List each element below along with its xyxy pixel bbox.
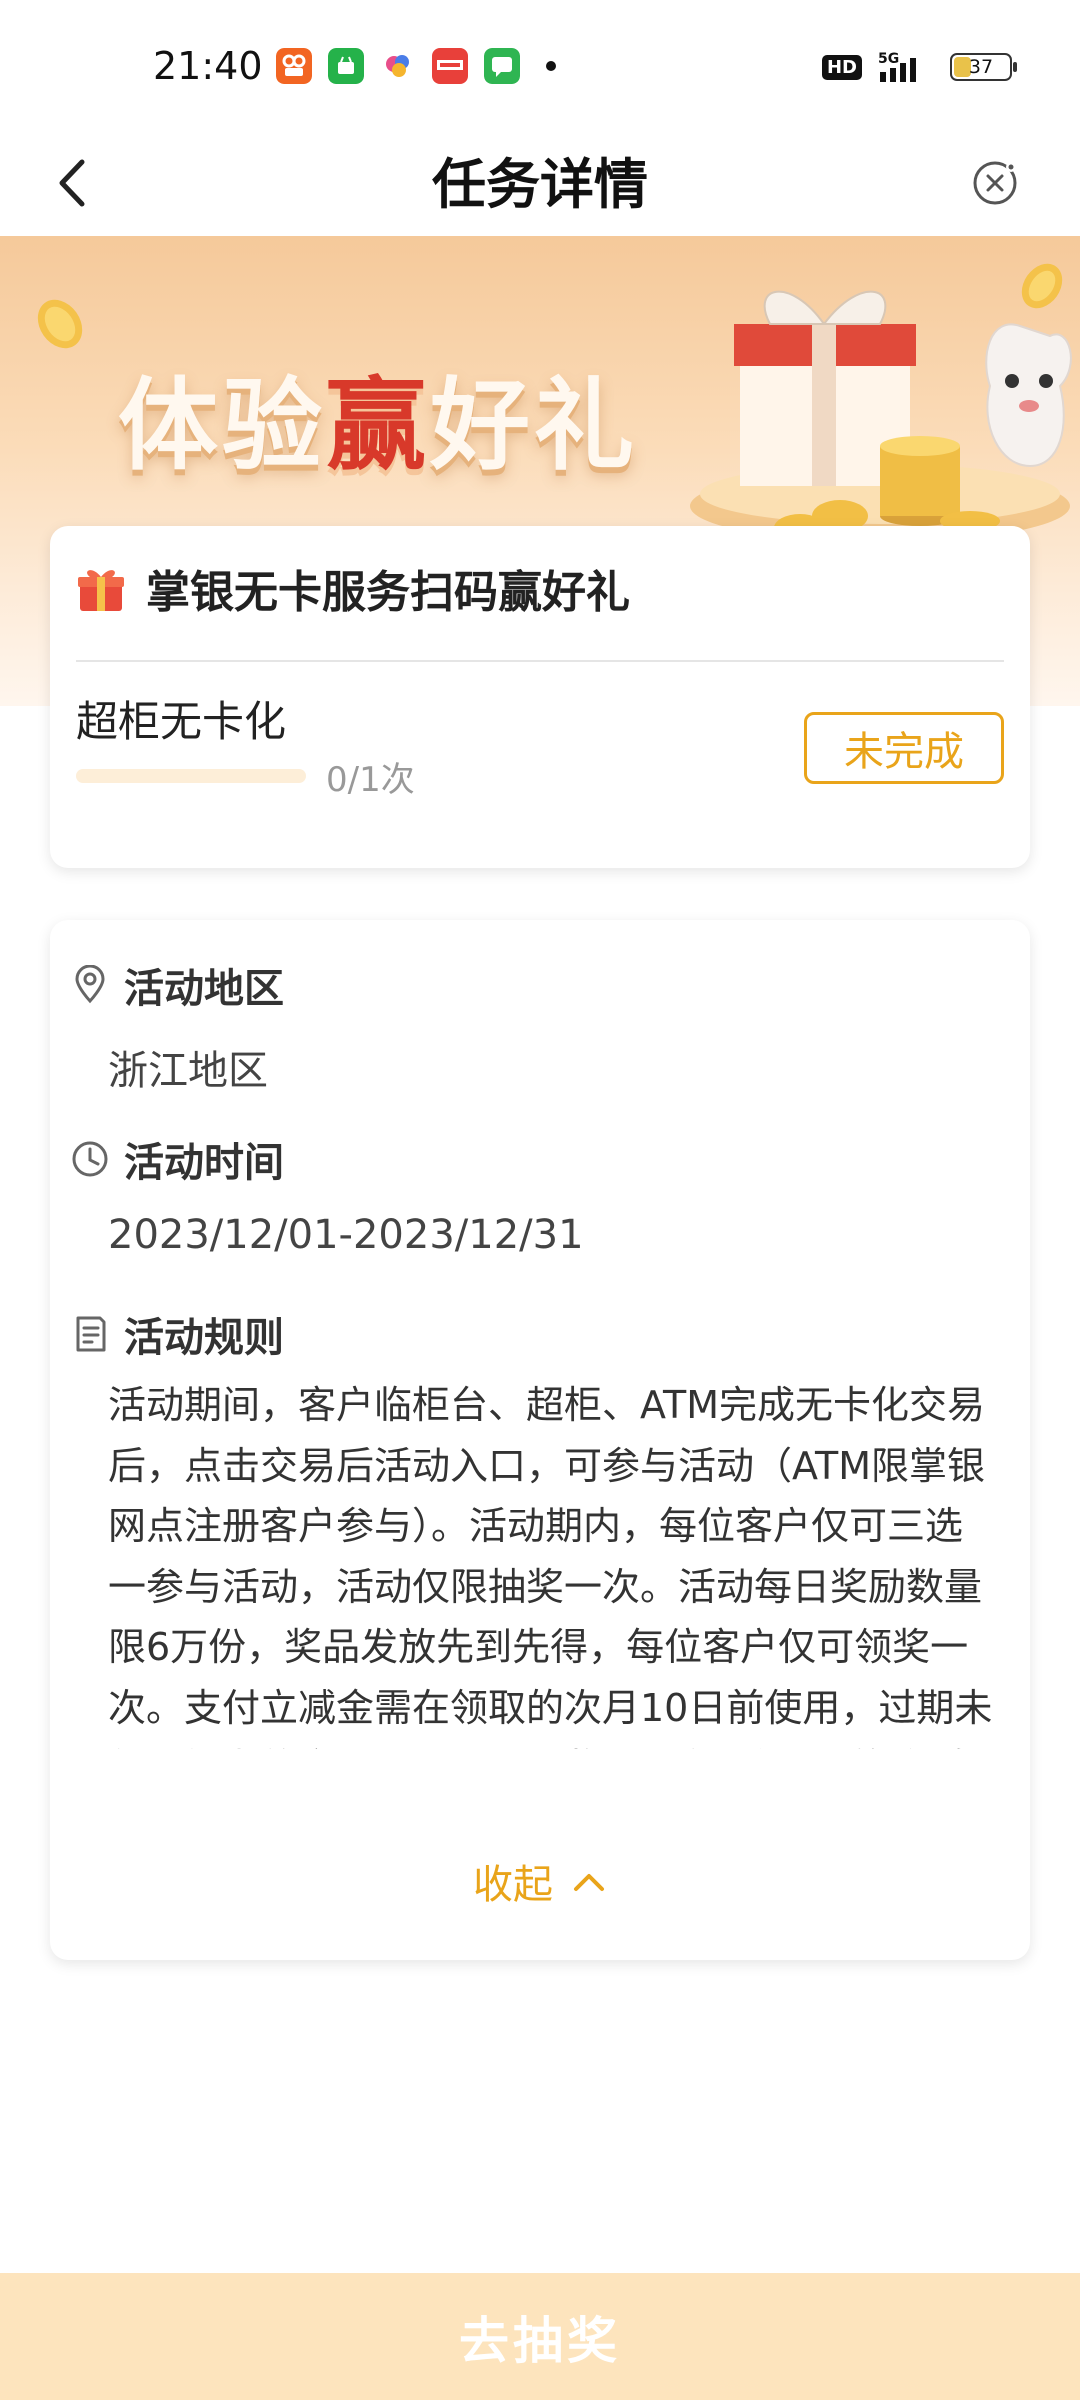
chevron-up-icon [574,1874,604,1891]
signal-5g-icon: 5G [878,51,916,82]
app-colorful-icon [386,55,409,77]
close-button[interactable] [960,148,1030,218]
time-section-header: 活动时间 [70,1130,284,1188]
task-name: 超柜无卡化 [76,697,287,746]
task-progress-text: 0/1次 [326,760,415,800]
svg-text:5G: 5G [878,51,899,67]
hd-icon: HD [821,54,862,80]
close-circle-icon [973,161,1017,205]
activity-info-card: 活动地区 浙江地区 活动时间 2023/12/01-2023/12/31 活动规… [50,920,1030,1960]
navigation-bar: 任务详情 [0,130,1080,236]
notification-icons [276,48,556,84]
divider [76,660,1004,662]
status-time: 21:40 [153,44,263,88]
time-title: 活动时间 [124,1140,284,1186]
region-title: 活动地区 [124,966,284,1012]
coin-decoration-icon [37,299,83,349]
battery-icon: 37 [950,53,1017,81]
task-progress-bar [76,769,306,783]
rules-text: 活动期间，客户临柜台、超柜、ATM完成无卡化交易后，点击交易后活动入口，可参与活… [108,1383,993,1749]
battery-tip [1013,62,1017,72]
rules-section-header: 活动规则 [70,1305,284,1363]
gift-icon [78,570,124,611]
task-title: 掌银无卡服务扫码赢好礼 [146,567,630,618]
draw-button[interactable]: 去抽奖 [0,2273,1080,2400]
task-header: 掌银无卡服务扫码赢好礼 [76,556,630,620]
task-card: 掌银无卡服务扫码赢好礼 超柜无卡化 0/1次 未完成 [50,526,1030,868]
gift-box-illustration [690,290,1072,542]
app-orange-icon [276,48,312,84]
time-value: 2023/12/01-2023/12/31 [108,1212,584,1258]
task-status-button[interactable]: 未完成 [804,712,1004,784]
draw-button-label: 去抽奖 [459,2311,621,2370]
location-pin-icon [75,965,105,1004]
collapse-label: 收起 [473,1862,553,1908]
toutiao-icon [432,48,468,84]
status-indicators: HD 5G 37 [821,50,1017,84]
rules-content[interactable]: 活动期间，客户临柜台、超柜、ATM完成无卡化交易后，点击交易后活动入口，可参与活… [108,1375,994,1749]
clock-icon [72,1141,108,1177]
app-green-icon [328,48,364,84]
page-title: 任务详情 [432,153,648,216]
battery-level: 37 [968,56,994,78]
collapse-button[interactable]: 收起 [50,1852,1030,1910]
document-icon [76,1316,106,1352]
rules-title: 活动规则 [124,1315,284,1361]
region-section-header: 活动地区 [70,956,284,1014]
status-bar: 21:40 HD 5G 37 [0,0,1080,130]
region-value: 浙江地区 [108,1048,268,1094]
more-notifications-dot [546,61,556,71]
message-green-icon [484,48,520,84]
banner-title: 体验赢好礼 [118,367,638,484]
